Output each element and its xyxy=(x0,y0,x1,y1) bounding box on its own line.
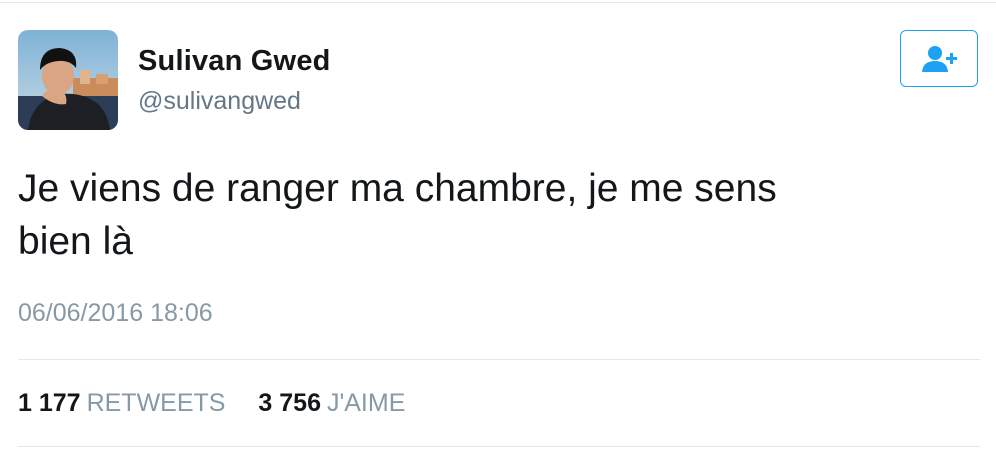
stats-top-divider xyxy=(18,359,980,360)
retweets-label: RETWEETS xyxy=(86,389,226,417)
author-handle[interactable]: @sulivangwed xyxy=(138,86,331,116)
follow-user-plus-icon xyxy=(922,45,957,72)
tweet-card: Sulivan Gwed @sulivangwed Je viens de ra… xyxy=(0,0,996,450)
tweet-header: Sulivan Gwed @sulivangwed xyxy=(18,30,978,130)
tweet-text: Je viens de ranger ma chambre, je me sen… xyxy=(18,162,958,268)
follow-button[interactable] xyxy=(900,30,978,87)
likes-stat[interactable]: 3 756 J'AIME xyxy=(258,388,405,418)
retweets-count: 1 177 xyxy=(18,389,81,417)
likes-label: J'AIME xyxy=(326,389,406,417)
stats-bottom-divider xyxy=(18,446,980,447)
author-display-name[interactable]: Sulivan Gwed xyxy=(138,44,331,78)
retweets-stat[interactable]: 1 177 RETWEETS xyxy=(18,388,225,418)
avatar[interactable] xyxy=(18,30,118,130)
likes-count: 3 756 xyxy=(258,389,321,417)
tweet-text-line-2: bien là xyxy=(18,220,133,263)
tweet-text-line-1: Je viens de ranger ma chambre, je me sen… xyxy=(18,167,777,210)
avatar-photo xyxy=(18,30,118,130)
tweet-timestamp[interactable]: 06/06/2016 18:06 xyxy=(18,298,213,328)
tweet-stats: 1 177 RETWEETS 3 756 J'AIME xyxy=(18,388,431,418)
author-names: Sulivan Gwed @sulivangwed xyxy=(138,44,331,116)
